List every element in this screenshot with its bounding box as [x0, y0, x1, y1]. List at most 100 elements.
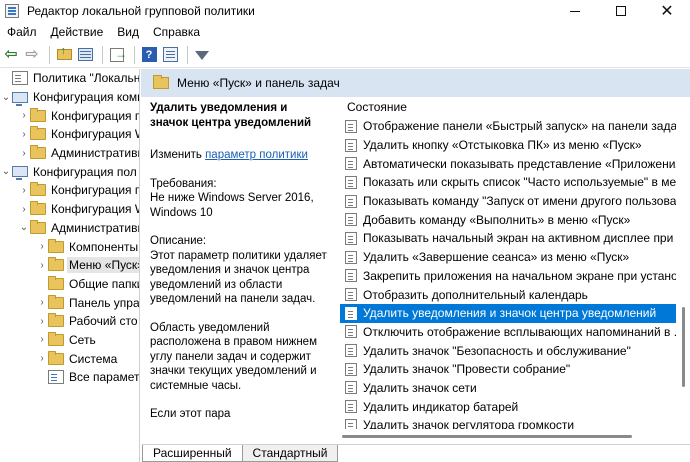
tree-item[interactable]: › Конфигурация п [0, 106, 139, 125]
policy-setting-row[interactable]: Удалить значок "Провести собрание" [340, 360, 676, 379]
tree-item[interactable]: ⌄ Административн [0, 219, 139, 238]
policy-setting-row[interactable]: Удалить значок сети [340, 379, 676, 398]
view-tabs: Расширенный Стандартный [142, 444, 690, 462]
chevron-right-icon[interactable]: › [36, 241, 48, 252]
chevron-right-icon[interactable]: › [18, 110, 30, 121]
vertical-scroll-thumb[interactable] [682, 307, 685, 387]
policy-setting-label: Отображение панели «Быстрый запуск» на п… [363, 119, 676, 134]
back-button[interactable]: ⇦ [2, 46, 20, 64]
policy-setting-label: Автоматически показывать представление «… [363, 156, 676, 171]
policy-setting-row[interactable]: Удалить «Завершение сеанса» из меню «Пус… [340, 248, 676, 267]
tree-item[interactable]: › Конфигурация п [0, 181, 139, 200]
policy-setting-icon [345, 231, 357, 245]
chevron-right-icon[interactable]: › [18, 148, 30, 159]
toolbar: ⇦ ⇨ ? [0, 42, 690, 68]
tree-item[interactable]: ⌄ Конфигурация комп [0, 88, 139, 107]
toolbar-separator [102, 45, 103, 64]
policy-setting-icon [345, 157, 357, 171]
policy-setting-icon [345, 175, 357, 189]
policy-setting-row[interactable]: Отобразить дополнительный календарь [340, 285, 676, 304]
requirements-block: Требования: Не ниже Windows Server 2016,… [150, 177, 328, 221]
chevron-right-icon[interactable]: › [36, 353, 48, 364]
policy-setting-row[interactable]: Удалить кнопку «Отстыковка ПК» из меню «… [340, 136, 676, 155]
tree-item[interactable]: Все параметр [0, 368, 139, 387]
menu-help[interactable]: Справка [146, 25, 207, 39]
description-text: Этот параметр политики удаляет уведомлен… [150, 249, 327, 306]
tree-item[interactable]: › Административн [0, 144, 139, 163]
horizontal-scrollbar[interactable] [340, 429, 676, 443]
help-button[interactable]: ? [140, 46, 158, 64]
policy-setting-row[interactable]: Автоматически показывать представление «… [340, 154, 676, 173]
folder-icon [48, 275, 64, 290]
edit-policy-line: Изменить параметр политики [150, 148, 328, 163]
policy-setting-label: Отобразить дополнительный календарь [363, 287, 588, 302]
tree-item[interactable]: › Конфигурация W [0, 125, 139, 144]
tree-item[interactable]: Общие папки [0, 275, 139, 294]
policy-setting-label: Отключить отображение всплывающих напоми… [363, 324, 676, 339]
policy-setting-row[interactable]: Удалить индикатор батарей [340, 397, 676, 416]
chevron-down-icon[interactable]: ⌄ [0, 92, 12, 103]
back-arrow-icon: ⇦ [4, 45, 18, 63]
show-hide-tree-button[interactable] [76, 46, 94, 64]
vertical-scrollbar[interactable] [677, 97, 690, 429]
policy-setting-row[interactable]: Показать или скрыть список "Часто исполь… [340, 173, 676, 192]
edit-policy-link[interactable]: параметр политики [205, 149, 308, 161]
menu-view[interactable]: Вид [110, 25, 146, 39]
close-button[interactable]: ✕ [644, 0, 690, 22]
tree-item-label: Административн [51, 220, 140, 235]
folder-icon [30, 126, 46, 141]
properties-button[interactable] [161, 46, 179, 64]
close-icon: ✕ [660, 3, 674, 20]
chevron-right-icon[interactable]: › [36, 260, 48, 271]
chevron-right-icon[interactable]: › [18, 185, 30, 196]
policy-setting-row[interactable]: Показывать начальный экран на активном д… [340, 229, 676, 248]
policy-setting-row[interactable]: Показывать команду "Запуск от имени друг… [340, 192, 676, 211]
chevron-right-icon[interactable]: › [36, 334, 48, 345]
tree-item[interactable]: › Сеть [0, 331, 139, 350]
policy-setting-row[interactable]: Удалить значок регулятора громкости [340, 416, 676, 429]
tree-item[interactable]: › Система [0, 349, 139, 368]
folder-icon [153, 75, 169, 89]
policy-setting-row[interactable]: Отображение панели «Быстрый запуск» на п… [340, 117, 676, 136]
policy-setting-icon [345, 418, 357, 429]
tree-item[interactable]: › Конфигурация W [0, 200, 139, 219]
tab-standard[interactable]: Стандартный [241, 445, 339, 462]
tree-item[interactable]: › Панель упра [0, 293, 139, 312]
policy-setting-label: Удалить индикатор батарей [363, 399, 519, 414]
menu-action[interactable]: Действие [44, 25, 111, 39]
folder-icon [30, 145, 46, 160]
column-header-state[interactable]: Состояние [340, 97, 676, 117]
tree-item[interactable]: ⌄ Конфигурация пол [0, 162, 139, 181]
minimize-button[interactable] [552, 0, 598, 22]
policy-setting-row[interactable]: Добавить команду «Выполнить» в меню «Пус… [340, 210, 676, 229]
chevron-down-icon[interactable]: ⌄ [0, 166, 12, 177]
up-level-button[interactable] [55, 45, 73, 64]
tree-item[interactable]: Политика "Локальный [0, 69, 139, 88]
maximize-button[interactable] [598, 0, 644, 22]
policy-setting-icon [345, 138, 357, 152]
tree-item[interactable]: › Меню «Пуск» [0, 256, 139, 275]
policy-setting-row[interactable]: Отключить отображение всплывающих напоми… [340, 323, 676, 342]
chevron-right-icon[interactable]: › [36, 297, 48, 308]
chevron-right-icon[interactable]: › [36, 316, 48, 327]
chevron-right-icon[interactable]: › [18, 129, 30, 140]
tree-item[interactable]: › Компоненты [0, 237, 139, 256]
menu-file[interactable]: Файл [0, 25, 44, 39]
description-block: Описание: Этот параметр политики удаляет… [150, 234, 328, 307]
tab-extended[interactable]: Расширенный [142, 445, 243, 462]
policy-setting-row[interactable]: Удалить уведомления и значок центра увед… [340, 303, 676, 323]
policy-setting-row[interactable]: Удалить значок "Безопасность и обслужива… [340, 341, 676, 360]
policy-setting-icon [345, 381, 357, 395]
horizontal-scroll-thumb[interactable] [342, 435, 632, 438]
filter-button[interactable] [193, 46, 211, 64]
tree-item-label: Конфигурация пол [33, 164, 137, 179]
chevron-down-icon[interactable]: ⌄ [18, 222, 30, 233]
tree-item-label: Конфигурация п [51, 108, 140, 123]
forward-button[interactable]: ⇨ [23, 46, 41, 64]
export-list-button[interactable] [108, 46, 127, 64]
tree-item[interactable]: › Рабочий сто [0, 312, 139, 331]
tree-item-label: Общие папки [69, 276, 140, 291]
chevron-right-icon[interactable]: › [18, 204, 30, 215]
tree-item-label: Конфигурация W [51, 127, 140, 142]
policy-setting-row[interactable]: Закрепить приложения на начальном экране… [340, 267, 676, 286]
